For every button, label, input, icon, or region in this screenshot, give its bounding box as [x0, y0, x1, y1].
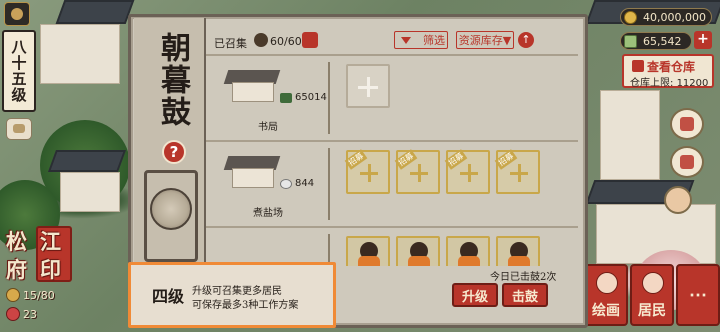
building-stat: 65014	[280, 92, 327, 103]
resource-icon	[6, 307, 20, 321]
secondary-indicator[interactable]: 23	[6, 305, 37, 323]
building-row	[206, 226, 578, 266]
resident-icon	[254, 33, 268, 47]
cash-amount: 65,542	[643, 34, 682, 48]
coin-counter[interactable]: 40,000,000	[620, 8, 712, 26]
chat-icon[interactable]	[6, 118, 32, 140]
seal-icon[interactable]	[302, 32, 318, 48]
building-name: 书局	[258, 122, 278, 133]
bookshop-building-icon	[223, 64, 281, 104]
dialog-title: 朝暮鼓	[155, 32, 190, 128]
recruit-slot[interactable]: 招募	[344, 149, 390, 194]
house-wall	[40, 24, 120, 84]
salt-resource-icon	[280, 178, 292, 189]
population-count: 15/80	[23, 288, 55, 302]
sort-order-button[interactable]: ↑	[518, 32, 534, 48]
upgrade-button[interactable]: 升级	[452, 283, 498, 307]
resident-avatar[interactable]	[664, 186, 692, 214]
banknote-icon	[624, 35, 637, 48]
recruit-tag: 招募	[444, 149, 468, 170]
residents-icon	[642, 272, 664, 294]
filter-label: 筛选	[423, 34, 445, 47]
empty-work-slot[interactable]	[346, 64, 390, 108]
building-name: 煮盐场	[253, 208, 283, 219]
stock-sort-select[interactable]: 资源库存▼	[456, 31, 514, 49]
worker-slot[interactable]	[496, 236, 540, 266]
view-warehouse-button[interactable]: 查看仓库	[632, 58, 695, 75]
painting-label: 绘画	[592, 303, 620, 319]
book-resource-icon	[280, 92, 292, 103]
salt-yard-building-icon	[223, 150, 281, 190]
upgrade-benefit-1: 升级可召集更多居民	[192, 286, 282, 297]
building-stat-value: 844	[295, 178, 315, 189]
city-name-char: 府	[6, 257, 27, 282]
secondary-count: 23	[23, 307, 37, 321]
recruit-slot[interactable]: 招募	[394, 149, 440, 194]
help-button[interactable]: ?	[162, 140, 186, 164]
beat-drum-button[interactable]: 击鼓	[502, 283, 548, 307]
coin-icon	[624, 11, 637, 24]
building-card[interactable]: 844 煮盐场	[218, 146, 326, 219]
event-badge-icon[interactable]	[670, 108, 704, 140]
drum-level: 四级	[152, 287, 185, 306]
population-icon	[6, 288, 20, 302]
drum-count-today: 今日已击鼓2次	[490, 272, 557, 283]
recruit-tag: 招募	[394, 149, 418, 170]
rank-emblem-icon[interactable]	[4, 2, 30, 26]
city-name-char: 印	[40, 257, 61, 282]
warehouse-limit-label: 仓库上限:	[630, 78, 674, 89]
upgrade-benefit-2: 可保存最多3种工作方案	[192, 300, 299, 311]
warehouse-icon	[632, 60, 644, 72]
city-name-char: 松	[6, 229, 27, 254]
worker-slot[interactable]	[446, 236, 490, 266]
painting-icon	[596, 272, 618, 294]
recruit-slot[interactable]: 招募	[494, 149, 540, 194]
divider	[328, 148, 330, 220]
city-name-char: 江	[40, 229, 61, 254]
drum-illustration	[140, 170, 202, 262]
worker-slot[interactable]	[346, 236, 390, 266]
city-event-badge-icon[interactable]	[670, 146, 704, 178]
drum-icon	[150, 188, 192, 230]
more-button[interactable]: ⋯	[676, 264, 720, 326]
painting-button[interactable]: 绘画	[584, 264, 628, 326]
recruit-tag: 招募	[344, 149, 368, 170]
building-row: 844 煮盐场 招募 招募 招募 招募	[206, 140, 578, 224]
residents-label: 居民	[638, 303, 666, 319]
filter-icon	[401, 36, 411, 44]
add-resource-button[interactable]: +	[694, 31, 712, 49]
view-warehouse-label: 查看仓库	[647, 60, 696, 74]
warehouse-panel[interactable]: 查看仓库 仓库上限: 11200	[622, 54, 714, 89]
recruit-tag: 招募	[494, 149, 518, 170]
rooftop	[55, 0, 135, 24]
recruit-slot[interactable]: 招募	[444, 149, 490, 194]
building-stat-value: 65014	[295, 92, 327, 103]
building-stat: 844	[280, 178, 314, 189]
rooftop	[47, 150, 127, 172]
population-indicator[interactable]: 15/80	[6, 286, 55, 304]
house-wall	[600, 90, 660, 180]
warehouse-limit-value: 11200	[676, 78, 709, 89]
residents-button[interactable]: 居民	[630, 264, 674, 326]
bottom-right-menu: 绘画 居民 ⋯	[582, 264, 720, 332]
building-card[interactable]: 65014 书局	[218, 60, 327, 133]
filter-button[interactable]: 筛选	[394, 31, 448, 49]
warehouse-limit: 仓库上限: 11200	[630, 74, 708, 89]
city-name[interactable]: 松 江 府 印	[2, 226, 74, 284]
cash-counter[interactable]: 65,542	[620, 32, 692, 50]
worker-slot[interactable]	[396, 236, 440, 266]
building-row: 65014 书局	[206, 54, 578, 138]
rank-title[interactable]: 八十五级	[2, 30, 36, 112]
recruited-label: 已召集	[214, 37, 247, 50]
recruited-count: 60/60	[270, 35, 302, 48]
house-wall	[60, 172, 120, 212]
divider	[328, 62, 330, 134]
coin-amount: 40,000,000	[643, 10, 706, 24]
